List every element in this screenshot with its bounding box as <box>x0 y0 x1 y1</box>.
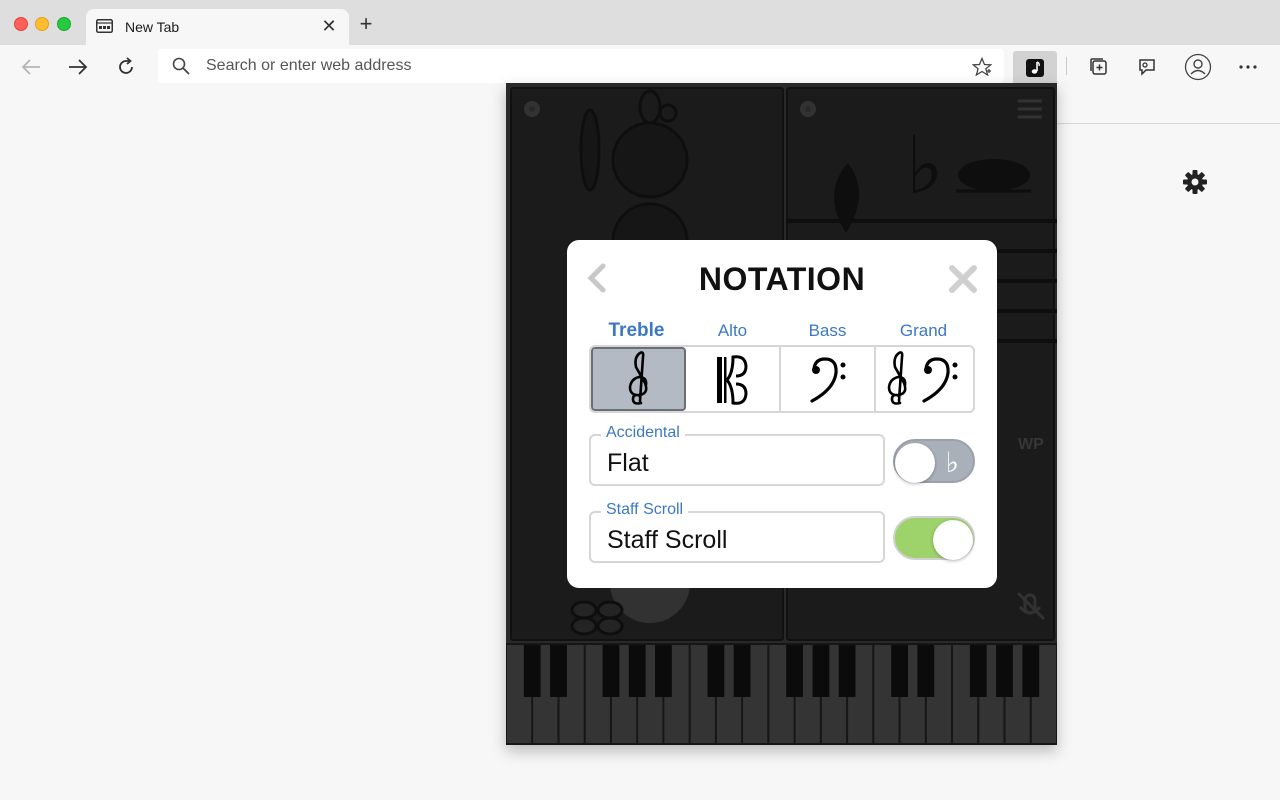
back-arrow-icon <box>21 59 40 75</box>
tab-new-tab[interactable]: New Tab ✕ <box>86 9 349 45</box>
new-tab-page-icon <box>96 19 113 33</box>
refresh-button[interactable] <box>112 53 140 81</box>
clef-option-alto[interactable] <box>686 347 781 411</box>
forward-button[interactable] <box>64 53 92 81</box>
music-extension-button[interactable] <box>1013 51 1057 85</box>
staff-scroll-value: Staff Scroll <box>607 526 728 554</box>
accidental-value: Flat <box>607 449 649 477</box>
address-placeholder: Search or enter web address <box>206 57 412 74</box>
address-bar[interactable]: Search or enter web address <box>158 49 1004 83</box>
collections-button[interactable] <box>1087 55 1111 79</box>
profile-avatar-icon <box>1184 53 1212 81</box>
toggle-knob <box>895 443 935 483</box>
clef-option-treble[interactable] <box>591 347 686 411</box>
maximize-window-button[interactable] <box>57 17 71 31</box>
dialog-title: NOTATION <box>698 261 866 297</box>
toolbar-separator <box>1066 57 1067 75</box>
staff-scroll-legend: Staff Scroll <box>601 501 689 519</box>
bass-clef-icon <box>809 357 845 403</box>
page-settings-gear-icon[interactable] <box>1182 169 1208 195</box>
collections-icon <box>1090 58 1107 75</box>
clef-option-grand[interactable] <box>876 347 971 411</box>
clef-label-treble[interactable]: Treble <box>589 320 684 342</box>
forward-arrow-icon <box>69 59 88 75</box>
staff-scroll-toggle[interactable] <box>893 516 975 560</box>
staff-scroll-field[interactable]: Staff Scroll Staff Scroll <box>589 501 885 563</box>
alto-clef-icon <box>716 355 748 405</box>
tab-title: New Tab <box>125 19 180 35</box>
grand-staff-clefs-icon <box>887 351 957 405</box>
close-tab-icon[interactable]: ✕ <box>319 16 339 36</box>
accidental-legend: Accidental <box>601 424 685 442</box>
clef-label-alto[interactable]: Alto <box>685 321 780 341</box>
feedback-icon <box>1139 59 1155 76</box>
clef-label-grand[interactable]: Grand <box>876 321 971 341</box>
feedback-button[interactable] <box>1135 55 1159 79</box>
back-button[interactable] <box>17 53 45 81</box>
toolbar: Search or enter web address <box>0 45 1280 87</box>
clef-label-bass[interactable]: Bass <box>780 321 875 341</box>
close-window-button[interactable] <box>14 17 28 31</box>
accidental-field[interactable]: Accidental Flat <box>589 424 885 486</box>
ntp-divider <box>1057 123 1280 124</box>
flat-symbol-icon: ♭ <box>945 446 959 479</box>
tab-strip: New Tab ✕ + <box>0 0 1280 45</box>
search-icon <box>172 57 190 75</box>
clef-selector <box>589 345 975 413</box>
new-tab-button[interactable]: + <box>356 13 376 35</box>
treble-clef-icon <box>628 351 647 405</box>
favorite-star-icon[interactable] <box>972 57 992 77</box>
more-dots-icon <box>1239 65 1257 69</box>
minimize-window-button[interactable] <box>35 17 49 31</box>
clef-option-bass[interactable] <box>781 347 876 411</box>
accidental-toggle[interactable]: ♭ <box>893 439 975 483</box>
clef-label-row: Treble Alto Bass Grand <box>589 320 971 342</box>
notation-dialog: NOTATION Treble Alto Bass Grand Accident… <box>567 240 997 588</box>
refresh-icon <box>119 57 133 74</box>
close-dialog-icon[interactable] <box>948 264 978 294</box>
toggle-knob <box>933 520 973 560</box>
profile-button[interactable] <box>1184 53 1212 81</box>
music-note-icon <box>1026 59 1044 77</box>
more-menu-button[interactable] <box>1236 55 1260 79</box>
